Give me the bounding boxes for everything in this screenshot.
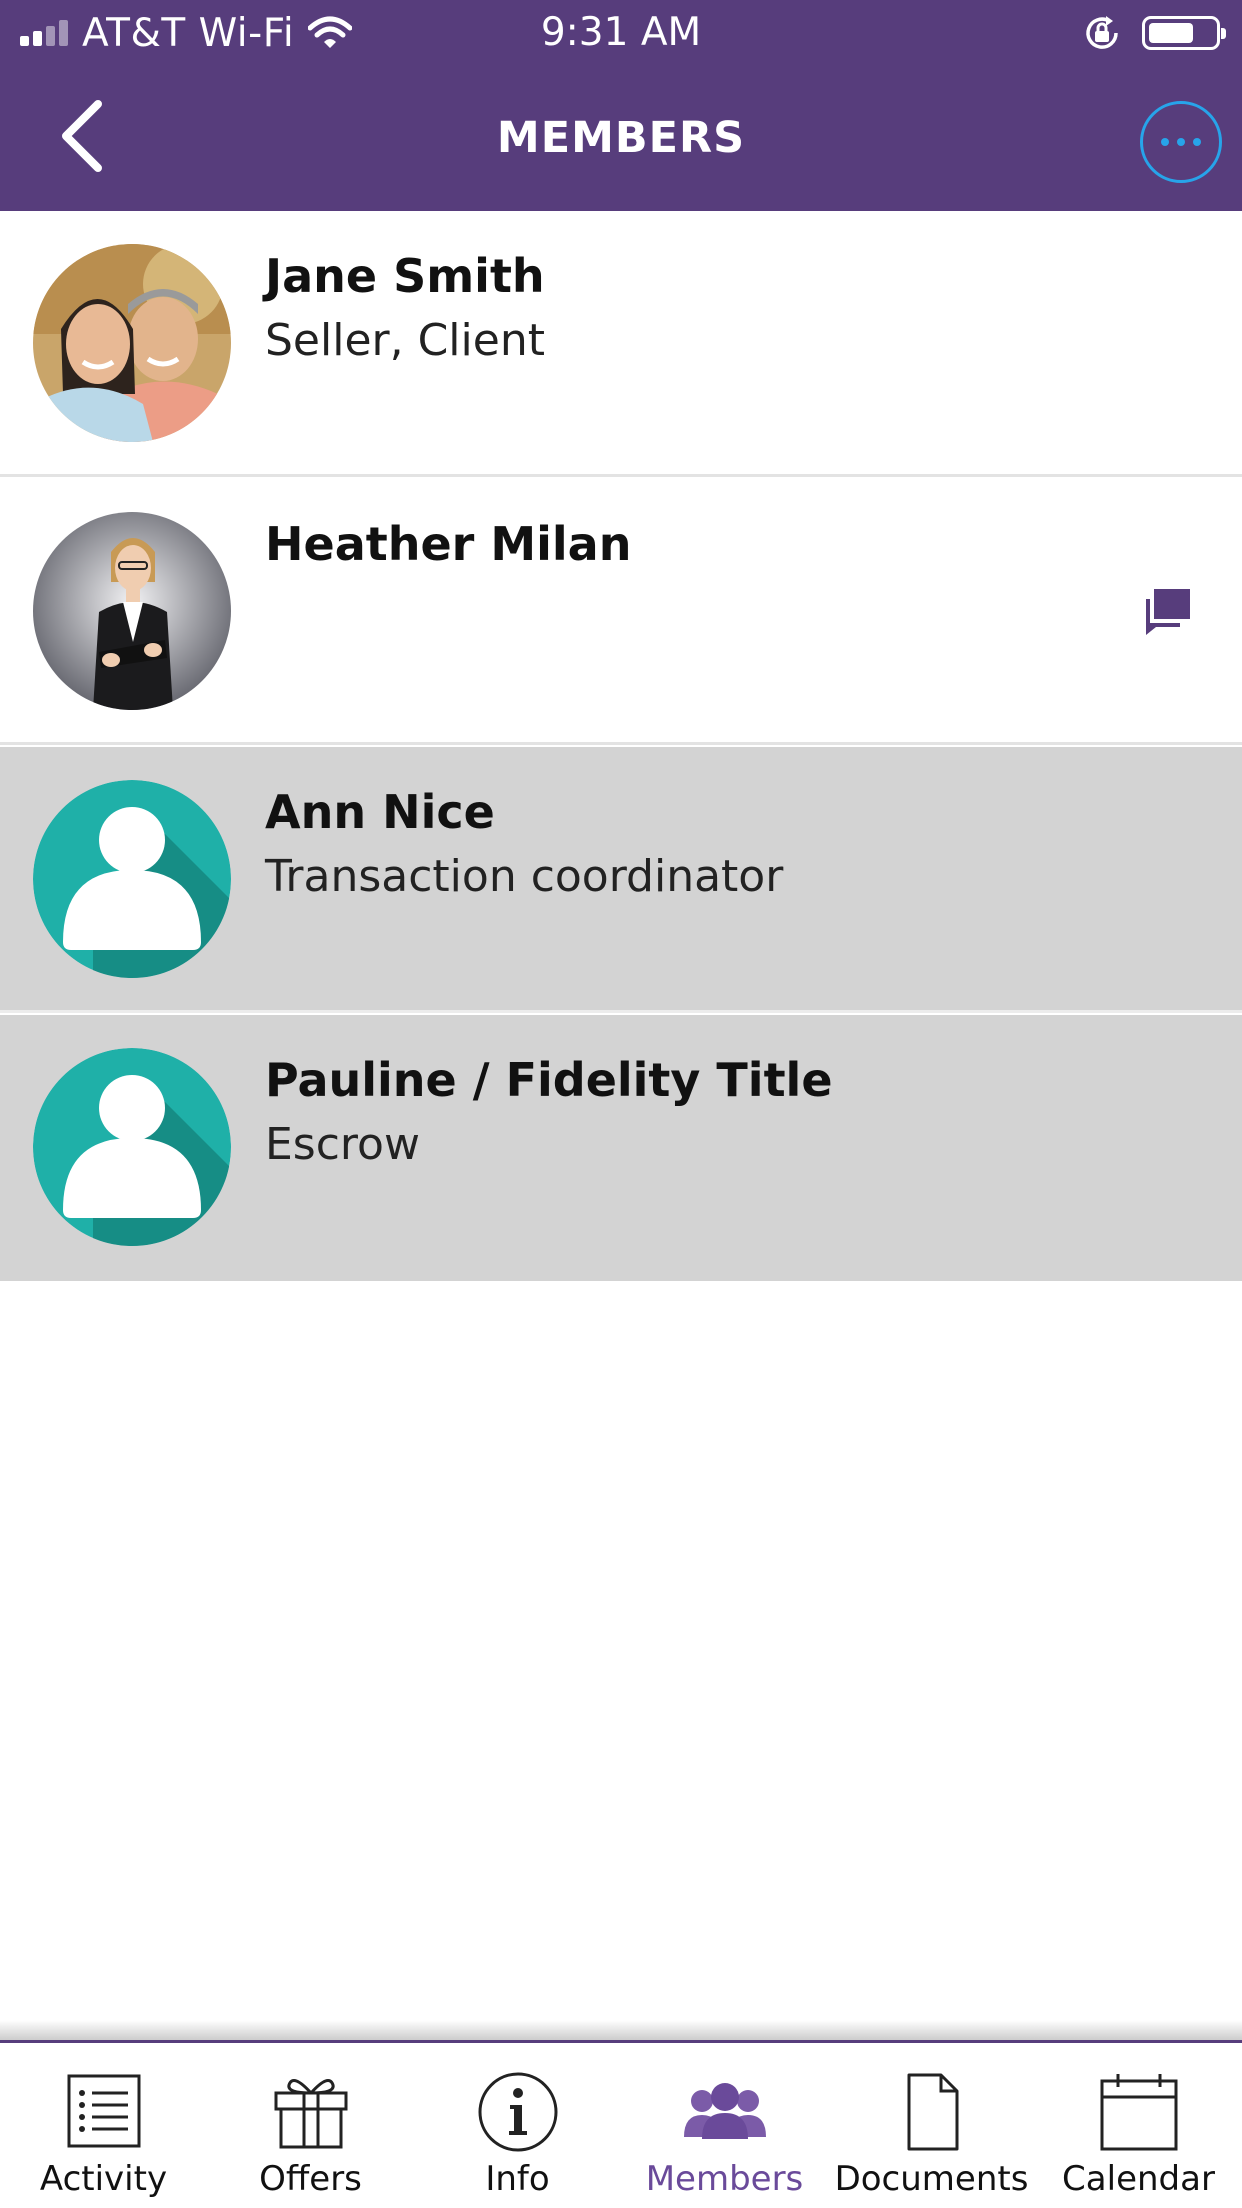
orientation-lock-icon (1086, 16, 1118, 49)
tab-label: Calendar (1062, 2159, 1215, 2199)
avatar (33, 244, 231, 442)
chat-icon (1146, 589, 1190, 635)
businesswoman-photo (33, 512, 231, 710)
member-row[interactable]: Jane Smith Seller, Client (0, 211, 1242, 477)
tab-members[interactable]: Members (621, 2043, 828, 2208)
tab-label: Offers (259, 2159, 362, 2199)
tab-documents[interactable]: Documents (828, 2043, 1035, 2208)
calendar-icon (1100, 2074, 1177, 2151)
tab-bar: Activity Offers Info Members Documents C… (0, 2040, 1242, 2208)
members-icon (683, 2083, 766, 2139)
tab-info[interactable]: Info (414, 2043, 621, 2208)
member-row[interactable]: Ann Nice Transaction coordinator (0, 747, 1242, 1013)
member-name: Ann Nice (265, 785, 495, 839)
tab-label: Documents (834, 2159, 1029, 2199)
member-name: Heather Milan (265, 517, 632, 571)
battery-icon (1142, 16, 1226, 50)
chat-button[interactable] (1140, 583, 1196, 639)
tab-label: Members (645, 2159, 804, 2199)
more-dot (1193, 138, 1201, 146)
member-role: Seller, Client (265, 315, 545, 366)
info-icon (478, 2072, 557, 2152)
tab-offers[interactable]: Offers (207, 2043, 414, 2208)
page-title: MEMBERS (496, 113, 746, 163)
more-options-button[interactable] (1140, 101, 1222, 183)
member-role: Escrow (265, 1119, 420, 1170)
tab-calendar[interactable]: Calendar (1035, 2043, 1242, 2208)
default-person-icon (33, 1048, 231, 1246)
status-time: 9:31 AM (540, 10, 702, 55)
default-person-icon (33, 780, 231, 978)
document-icon (907, 2073, 958, 2151)
tab-label: Activity (39, 2159, 168, 2199)
tab-activity[interactable]: Activity (0, 2043, 207, 2208)
app-header: AT&T Wi-Fi 9:31 AM MEMBERS (0, 0, 1242, 211)
member-name: Pauline / Fidelity Title (265, 1053, 833, 1107)
list-icon (67, 2074, 140, 2148)
member-name: Jane Smith (265, 249, 545, 303)
member-row[interactable]: Pauline / Fidelity Title Escrow (0, 1015, 1242, 1281)
status-bar: AT&T Wi-Fi 9:31 AM (0, 0, 1242, 68)
tab-bar-shadow (0, 2020, 1242, 2042)
avatar (33, 512, 231, 710)
tab-label: Info (485, 2159, 550, 2199)
more-dot (1177, 138, 1185, 146)
status-right (1082, 8, 1226, 58)
avatar (33, 780, 231, 978)
avatar (33, 1048, 231, 1246)
gift-icon (274, 2079, 347, 2149)
more-dot (1161, 138, 1169, 146)
couple-photo (33, 244, 231, 442)
member-row[interactable]: Heather Milan (0, 479, 1242, 745)
member-role: Transaction coordinator (265, 851, 784, 902)
